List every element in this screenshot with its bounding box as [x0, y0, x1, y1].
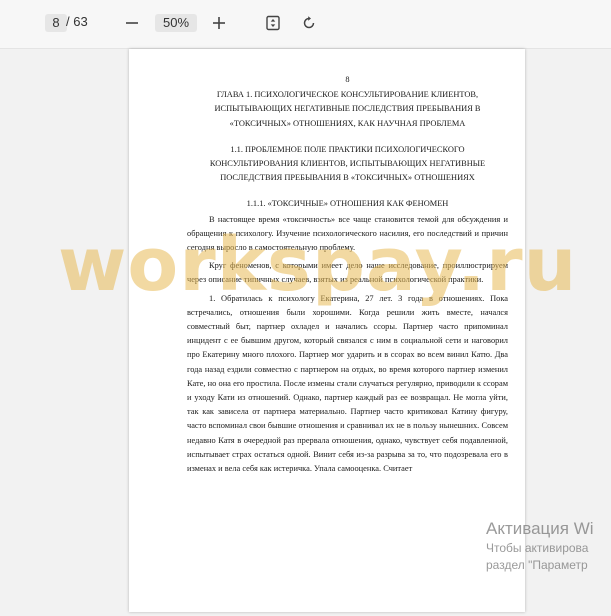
zoom-in-button[interactable] [206, 10, 232, 36]
page-number-input[interactable]: 8 [45, 14, 67, 32]
zoom-out-button[interactable] [119, 10, 145, 36]
plus-icon [213, 17, 225, 29]
paragraph: В настоящее время «токсичность» все чаще… [187, 214, 508, 253]
fit-page-button[interactable] [260, 10, 286, 36]
document-page: 8 ГЛАВА 1. ПСИХОЛОГИЧЕСКОЕ КОНСУЛЬТИРОВА… [129, 49, 525, 612]
section-heading: 1.1. ПРОБЛЕМНОЕ ПОЛЕ ПРАКТИКИ ПСИХОЛОГИЧ… [209, 144, 486, 183]
windows-activation-notice: Активация Wi Чтобы активирова раздел "Па… [486, 518, 611, 574]
subsection-heading: 1.1.1. «ТОКСИЧНЫЕ» ОТНОШЕНИЯ КАК ФЕНОМЕН [246, 199, 449, 209]
paragraph: Круг феноменов, с которыми имеет дело на… [187, 261, 508, 285]
page-number: 8 [345, 75, 350, 84]
minus-icon [126, 22, 138, 24]
paragraph: 1. Обратилась к психологу Екатерина, 27 … [187, 293, 508, 474]
chapter-heading: ГЛАВА 1. ПСИХОЛОГИЧЕСКОЕ КОНСУЛЬТИРОВАНИ… [214, 90, 481, 128]
fit-page-icon [266, 15, 280, 31]
activation-line: раздел "Параметр [486, 558, 588, 572]
zoom-level-field[interactable]: 50% [155, 14, 197, 32]
rotate-button[interactable] [296, 10, 322, 36]
activation-title: Активация Wi [486, 519, 594, 538]
page-content: 8 ГЛАВА 1. ПСИХОЛОГИЧЕСКОЕ КОНСУЛЬТИРОВА… [187, 73, 508, 480]
page-count-label: / 63 [66, 14, 88, 29]
rotate-icon [303, 16, 315, 29]
viewer-toolbar: 8 / 63 50% [0, 0, 611, 49]
activation-line: Чтобы активирова [486, 541, 589, 555]
